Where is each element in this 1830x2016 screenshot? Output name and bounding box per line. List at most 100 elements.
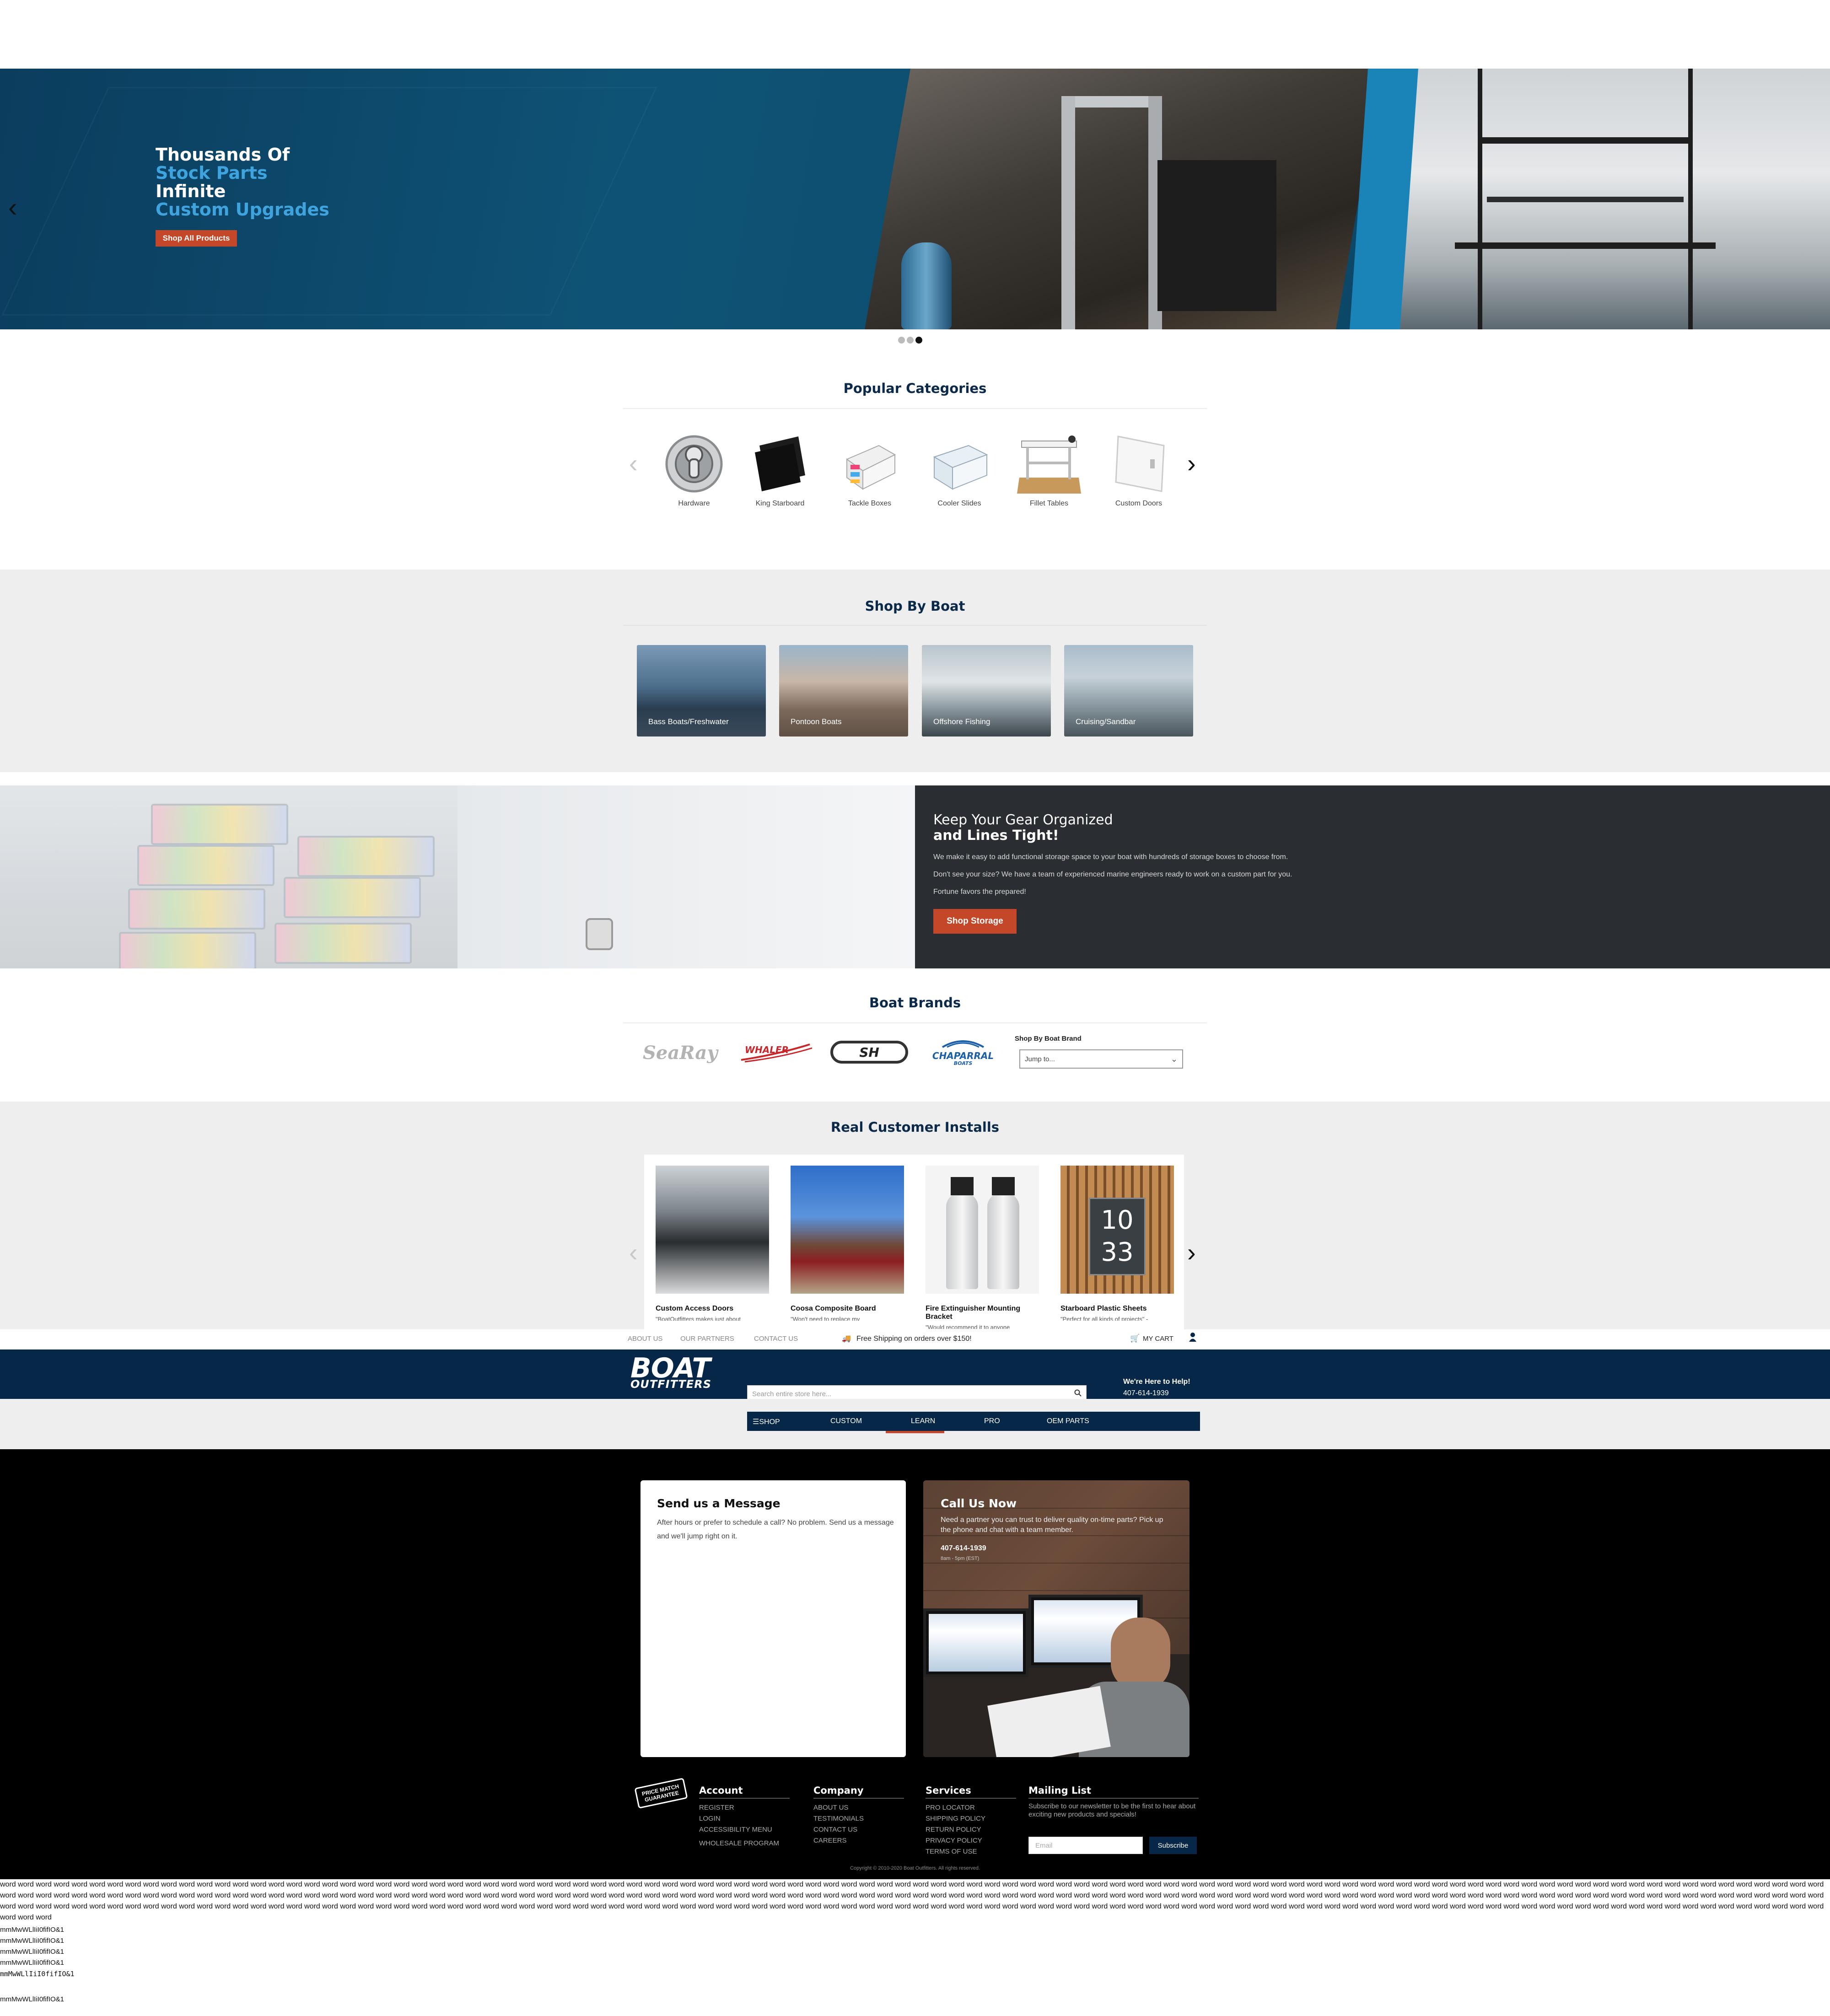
footer-link[interactable]: WHOLESALE PROGRAM bbox=[699, 1838, 790, 1849]
boat-card-offshore[interactable]: Offshore Fishing bbox=[922, 645, 1051, 737]
boat-card-label: Cruising/Sandbar bbox=[1076, 717, 1136, 726]
install-card[interactable]: Custom Access Doors "BoatOutfitters make… bbox=[656, 1166, 770, 1321]
footer-link[interactable]: RETURN POLICY bbox=[926, 1824, 1016, 1835]
custom-doors-image bbox=[1107, 432, 1171, 496]
footer-link[interactable]: LOGIN bbox=[699, 1813, 790, 1824]
footer-link[interactable]: TESTIMONIALS bbox=[813, 1813, 904, 1824]
storage-heading-2: and Lines Tight! bbox=[933, 828, 1059, 844]
shop-by-boat-brand-label: Shop By Boat Brand bbox=[1015, 1035, 1082, 1043]
category-label: King Starboard bbox=[755, 500, 805, 507]
footer-link[interactable]: SHIPPING POLICY bbox=[926, 1813, 1016, 1824]
boat-card-label: Offshore Fishing bbox=[933, 717, 990, 726]
storage-heading-1: Keep Your Gear Organized bbox=[933, 812, 1113, 828]
footer-link[interactable]: CONTACT US bbox=[813, 1824, 904, 1835]
nav-shop[interactable]: ☰SHOP bbox=[753, 1417, 780, 1426]
storage-panel: Keep Your Gear Organized and Lines Tight… bbox=[915, 785, 1830, 968]
nav-oem-parts[interactable]: OEM PARTS bbox=[1047, 1417, 1089, 1425]
footer-link[interactable]: ABOUT US bbox=[813, 1802, 904, 1813]
footer-link[interactable]: REGISTER bbox=[699, 1802, 790, 1813]
brand-chaparral-logo[interactable]: CHAPARRAL BOATS bbox=[924, 1036, 1002, 1068]
slide-dot-1[interactable] bbox=[898, 337, 905, 344]
hero-headline: Thousands Of Stock Parts Infinite Custom… bbox=[156, 145, 329, 219]
account-icon[interactable] bbox=[1189, 1332, 1197, 1344]
footer-account-column: Account REGISTER LOGIN ACCESSIBILITY MEN… bbox=[699, 1785, 790, 1849]
call-us-text: Need a partner you can trust to deliver … bbox=[941, 1516, 1163, 1534]
category-label: Custom Doors bbox=[1115, 500, 1163, 507]
hero-line-2: Stock Parts bbox=[156, 163, 268, 183]
topbar-partners-link[interactable]: OUR PARTNERS bbox=[680, 1335, 734, 1343]
font-sample: mmMwWLlIiI0fifIO&1 bbox=[0, 1926, 65, 1934]
section-divider bbox=[623, 625, 1207, 626]
install-card[interactable]: 10 33 Starboard Plastic Sheets "Perfect … bbox=[1060, 1166, 1175, 1321]
hero-photo-fishing-boat bbox=[1350, 69, 1830, 329]
boat-card-pontoon[interactable]: Pontoon Boats bbox=[779, 645, 908, 737]
category-cooler-slides[interactable]: Cooler Slides bbox=[920, 432, 998, 508]
email-field[interactable]: Email bbox=[1028, 1837, 1143, 1854]
category-hardware[interactable]: Hardware bbox=[655, 432, 733, 508]
footer-link[interactable]: PRO LOCATOR bbox=[926, 1802, 1016, 1813]
section-divider bbox=[623, 1022, 1207, 1023]
cooler-slides-image bbox=[927, 432, 991, 496]
boat-card-bass[interactable]: Bass Boats/Freshwater bbox=[637, 645, 766, 737]
nav-active-indicator bbox=[886, 1431, 944, 1433]
hero-slide-dots bbox=[898, 337, 922, 344]
boat-card-label: Bass Boats/Freshwater bbox=[648, 717, 729, 726]
install-card[interactable]: Coosa Composite Board "Won't need to rep… bbox=[791, 1166, 905, 1321]
site-logo[interactable]: BOAT OUTFITTERS bbox=[630, 1355, 711, 1391]
brand-searay-logo[interactable]: SeaRay bbox=[643, 1042, 718, 1064]
font-sample: mmMwWLlIiI0fifIO&1 bbox=[0, 1995, 65, 2003]
send-message-card: Send us a Message After hours or prefer … bbox=[640, 1480, 906, 1757]
categories-next-arrow-icon[interactable]: › bbox=[1187, 451, 1196, 476]
fillet-tables-image bbox=[1017, 432, 1081, 496]
installs-prev-arrow-icon[interactable]: ‹ bbox=[629, 1240, 638, 1265]
hardware-image bbox=[662, 432, 726, 496]
topbar-contact-link[interactable]: CONTACT US bbox=[754, 1335, 798, 1343]
cart-icon[interactable]: 🛒 bbox=[1130, 1334, 1140, 1343]
send-message-text: After hours or prefer to schedule a call… bbox=[657, 1519, 894, 1540]
shop-all-products-button[interactable]: Shop All Products bbox=[156, 230, 237, 247]
shop-storage-button[interactable]: Shop Storage bbox=[933, 909, 1017, 934]
subscribe-button[interactable]: Subscribe bbox=[1149, 1837, 1197, 1854]
topbar-about-link[interactable]: ABOUT US bbox=[628, 1335, 662, 1343]
boat-card-cruising[interactable]: Cruising/Sandbar bbox=[1064, 645, 1193, 737]
category-fillet-tables[interactable]: Fillet Tables bbox=[1010, 432, 1088, 508]
main-nav: ☰SHOP CUSTOM LEARN PRO OEM PARTS bbox=[747, 1412, 1200, 1431]
call-us-phone[interactable]: 407-614-1939 bbox=[941, 1544, 986, 1553]
hero-background-pattern bbox=[1, 87, 657, 316]
slide-dot-3[interactable] bbox=[915, 337, 922, 344]
slide-dot-2[interactable] bbox=[907, 337, 914, 344]
real-customer-installs-title: Real Customer Installs bbox=[830, 1119, 1000, 1135]
hero-prev-arrow-icon[interactable]: ‹ bbox=[8, 194, 17, 221]
boat-brand-select[interactable]: Jump to... ⌄ bbox=[1019, 1049, 1183, 1069]
nav-custom[interactable]: CUSTOM bbox=[830, 1417, 862, 1425]
categories-prev-arrow-icon[interactable]: ‹ bbox=[629, 451, 638, 476]
footer-link[interactable]: TERMS OF USE bbox=[926, 1846, 1016, 1857]
category-king-starboard[interactable]: King Starboard bbox=[741, 432, 819, 508]
help-phone[interactable]: 407-614-1939 bbox=[1123, 1389, 1169, 1398]
my-cart-link[interactable]: MY CART bbox=[1143, 1335, 1173, 1343]
footer-company-column: Company ABOUT US TESTIMONIALS CONTACT US… bbox=[813, 1785, 904, 1846]
brand-whaler-logo[interactable]: WHALER bbox=[737, 1041, 814, 1064]
nav-learn[interactable]: LEARN bbox=[911, 1417, 935, 1425]
section-divider bbox=[623, 408, 1207, 409]
hero-line-3: Infinite bbox=[156, 181, 226, 201]
boat-card-label: Pontoon Boats bbox=[791, 717, 842, 726]
call-us-card: Call Us Now Need a partner you can trust… bbox=[923, 1480, 1190, 1757]
font-sample: mmMwWLlIiI0fifIO&1 bbox=[0, 1948, 65, 1956]
category-tackle-boxes[interactable]: Tackle Boxes bbox=[831, 432, 909, 508]
storage-description: We make it easy to add functional storag… bbox=[933, 853, 1292, 896]
free-shipping-text: Free Shipping on orders over $150! bbox=[856, 1335, 972, 1343]
chevron-down-icon: ⌄ bbox=[1170, 1054, 1178, 1064]
storage-banner-image bbox=[0, 785, 915, 968]
nav-pro[interactable]: PRO bbox=[984, 1417, 1000, 1425]
footer-link[interactable]: PRIVACY POLICY bbox=[926, 1835, 1016, 1846]
category-custom-doors[interactable]: Custom Doors bbox=[1100, 432, 1178, 508]
brand-sh-logo[interactable]: SH bbox=[830, 1041, 908, 1064]
footer-link[interactable]: CAREERS bbox=[813, 1835, 904, 1846]
installs-next-arrow-icon[interactable]: › bbox=[1187, 1240, 1196, 1265]
font-sample: mmMwWLlIiI0fifIO&1 bbox=[0, 1937, 65, 1945]
menu-icon: ☰ bbox=[753, 1418, 759, 1426]
footer-link[interactable]: ACCESSIBILITY MENU bbox=[699, 1824, 790, 1835]
install-card[interactable]: Fire Extinguisher Mounting Bracket "Woul… bbox=[926, 1166, 1040, 1329]
search-icon[interactable] bbox=[1074, 1389, 1082, 1398]
